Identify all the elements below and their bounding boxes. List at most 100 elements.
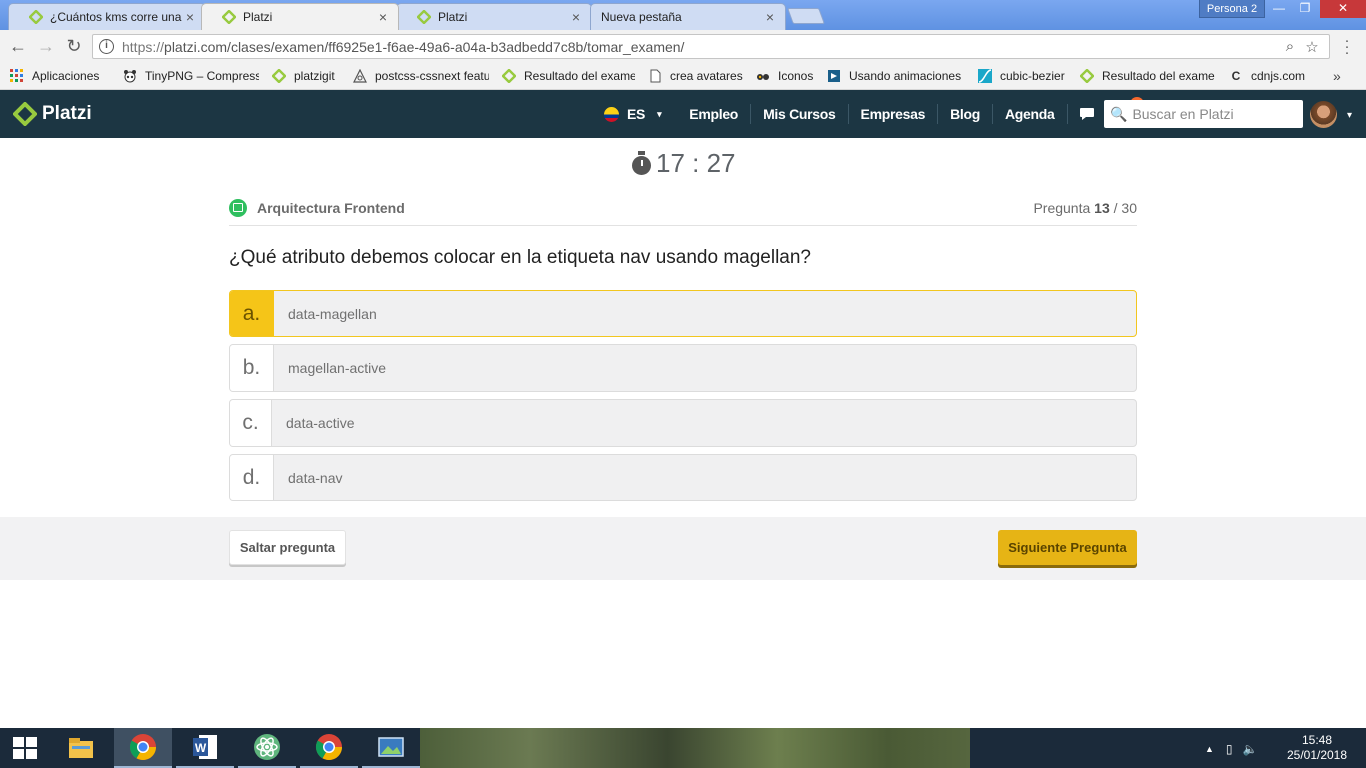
- volume-icon[interactable]: 🔈: [1243, 742, 1258, 756]
- close-icon[interactable]: ×: [569, 9, 583, 25]
- nav-empleo[interactable]: Empleo: [677, 104, 752, 124]
- reload-icon[interactable]: ↻: [60, 33, 88, 61]
- nav-blog[interactable]: Blog: [938, 104, 993, 124]
- close-icon[interactable]: ×: [183, 9, 197, 25]
- option-text: magellan-active: [288, 360, 387, 376]
- search-input[interactable]: 🔍 Buscar en Platzi: [1104, 100, 1303, 128]
- option-text: data-nav: [288, 469, 343, 486]
- bookmark-item[interactable]: Usando animaciones: [827, 69, 965, 83]
- address-bar[interactable]: i https://platzi.com/clases/examen/ff692…: [92, 34, 1330, 59]
- bookmark-item[interactable]: TinyPNG – Compress: [123, 69, 259, 83]
- tab-title: Platzi: [438, 10, 468, 24]
- chevron-up-icon[interactable]: ▲: [1205, 744, 1214, 754]
- bookmark-item[interactable]: crea avatares: [648, 69, 743, 83]
- close-icon[interactable]: ×: [376, 9, 390, 25]
- search-placeholder: Buscar en Platzi: [1132, 106, 1234, 122]
- answer-option-a[interactable]: a. data-magellan: [229, 290, 1137, 337]
- taskbar-atom[interactable]: [238, 728, 296, 768]
- main-nav: ES ▾ Empleo Mis Cursos Empresas Blog Age…: [604, 90, 1148, 138]
- platzi-icon: [272, 69, 286, 83]
- question-progress: Pregunta 13 / 30: [1033, 200, 1137, 216]
- forward-arrow-icon[interactable]: →: [32, 33, 60, 61]
- progress-label: Pregunta: [1033, 199, 1091, 216]
- close-icon[interactable]: ×: [763, 9, 777, 25]
- start-button[interactable]: [0, 728, 50, 768]
- browser-tab-3[interactable]: Platzi ×: [396, 3, 592, 30]
- skip-question-button[interactable]: Saltar pregunta: [229, 530, 346, 565]
- chevron-down-icon[interactable]: ▾: [1347, 110, 1352, 121]
- curve-icon: [978, 69, 992, 83]
- bookmark-item[interactable]: C cdnjs.com: [1229, 69, 1319, 83]
- bookmark-item[interactable]: Aplicaciones: [10, 69, 110, 83]
- taskbar-chrome[interactable]: [114, 728, 172, 768]
- taskbar-chrome-2[interactable]: [300, 728, 358, 768]
- chrome-menu-icon[interactable]: · · ·: [1342, 33, 1352, 60]
- bookmark-label: Resultado del exame: [524, 69, 635, 83]
- platzi-logo[interactable]: Platzi: [13, 102, 92, 126]
- new-tab-button[interactable]: [787, 8, 825, 24]
- answer-option-d[interactable]: d. data-nav: [229, 454, 1137, 501]
- platzi-icon: [417, 10, 431, 24]
- answer-option-c[interactable]: c. data-active: [229, 399, 1137, 447]
- clock-time: 15:48: [1301, 733, 1333, 747]
- progress-total: / 30: [1113, 199, 1137, 216]
- nav-agenda[interactable]: Agenda: [993, 104, 1068, 124]
- bookmark-item[interactable]: postcss-cssnext featu: [353, 69, 489, 83]
- bookmark-item[interactable]: Resultado del exame: [502, 69, 635, 83]
- file-explorer-icon: [69, 738, 93, 758]
- clock-date: 25/01/2018: [1286, 748, 1348, 762]
- taskbar-file-explorer[interactable]: [52, 728, 110, 768]
- language-selector[interactable]: ES ▾: [604, 106, 677, 122]
- course-name: Arquitectura Frontend: [257, 199, 405, 216]
- profile-button[interactable]: Persona 2: [1199, 0, 1265, 18]
- url-text[interactable]: https://platzi.com/clases/examen/ff6925e…: [122, 39, 1279, 55]
- panda-icon: [124, 70, 136, 83]
- tab-title: ¿Cuántos kms corre una p: [50, 10, 183, 24]
- bookmark-item[interactable]: platzigit: [272, 69, 340, 83]
- site-header: Platzi ES ▾ Empleo Mis Cursos Empresas B…: [0, 90, 1366, 138]
- platzi-icon: [29, 10, 43, 24]
- browser-tab-2[interactable]: Platzi ×: [201, 3, 399, 30]
- minimize-icon[interactable]: —: [1266, 0, 1292, 18]
- exam-info-row: Arquitectura Frontend Pregunta 13 / 30: [229, 196, 1137, 226]
- bookmark-label: TinyPNG – Compress: [145, 69, 259, 83]
- browser-tab-1[interactable]: ¿Cuántos kms corre una p ×: [8, 3, 206, 30]
- avatar[interactable]: [1310, 101, 1337, 128]
- url-path: platzi.com/clases/examen/ff6925e1-f6ae-4…: [164, 38, 685, 55]
- question-text: ¿Qué atributo debemos colocar en la etiq…: [229, 247, 811, 268]
- bookmark-item[interactable]: Resultado del exame: [1080, 69, 1216, 83]
- taskbar-word[interactable]: W: [176, 728, 234, 768]
- calendar-icon: [229, 198, 247, 217]
- system-clock[interactable]: 15:48 25/01/2018: [1282, 733, 1352, 763]
- bookmark-label: Iconos: [778, 69, 814, 83]
- bookmark-item[interactable]: Iconos: [756, 69, 814, 83]
- restore-icon[interactable]: ❐: [1292, 0, 1318, 18]
- window-close-icon[interactable]: ✕: [1320, 0, 1366, 18]
- postcss-icon: [353, 69, 367, 83]
- nav-mis-cursos[interactable]: Mis Cursos: [751, 104, 849, 124]
- browser-tab-4[interactable]: Nueva pestaña ×: [590, 3, 786, 30]
- platzi-logo-icon: [13, 102, 37, 126]
- taskbar-photos[interactable]: [362, 728, 420, 768]
- answer-option-b[interactable]: b. magellan-active: [229, 344, 1137, 392]
- back-arrow-icon[interactable]: ←: [4, 33, 32, 61]
- nav-empresas[interactable]: Empresas: [849, 104, 939, 124]
- platzi-icon: [1080, 69, 1094, 83]
- option-letter: b.: [230, 345, 274, 391]
- option-letter: c.: [230, 400, 272, 446]
- platzi-icon: [222, 10, 236, 24]
- course-title: Arquitectura Frontend: [229, 198, 405, 217]
- battery-icon[interactable]: ▯: [1226, 742, 1233, 756]
- bookmarks-overflow-button[interactable]: »: [1333, 68, 1341, 84]
- zoom-search-icon[interactable]: ⌕: [1279, 38, 1301, 55]
- next-question-button[interactable]: Siguiente Pregunta: [998, 530, 1137, 565]
- bookmarks-bar: Aplicaciones TinyPNG – Compress platzigi…: [0, 63, 1366, 90]
- chat-icon[interactable]: [1068, 107, 1108, 121]
- bookmark-star-icon[interactable]: ☆: [1301, 38, 1323, 56]
- option-letter: a.: [230, 291, 274, 336]
- bookmark-item[interactable]: cubic-bezier: [978, 69, 1067, 83]
- url-protocol: https://: [122, 38, 165, 55]
- info-icon[interactable]: i: [99, 39, 114, 54]
- stopwatch-icon: [632, 151, 651, 175]
- browser-tab-strip: ¿Cuántos kms corre una p × Platzi × Plat…: [0, 0, 1366, 30]
